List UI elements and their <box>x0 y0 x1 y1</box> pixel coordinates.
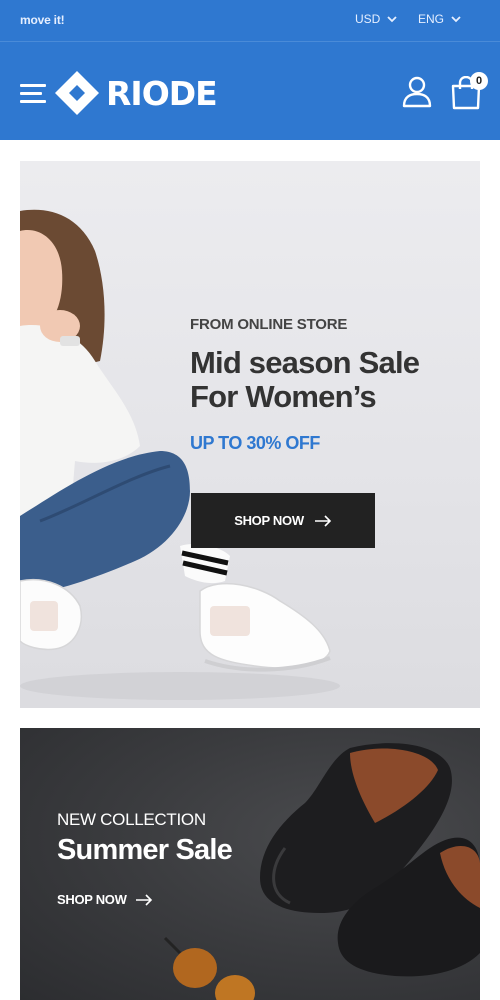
user-icon[interactable] <box>402 76 432 108</box>
site-header: RIODE 0 <box>0 42 500 140</box>
chevron-down-icon <box>451 16 461 23</box>
shop-now-button[interactable]: SHOP NOW <box>191 493 375 548</box>
hero-banner-women[interactable]: FROM ONLINE STORE Mid season Sale For Wo… <box>20 161 480 708</box>
site-logo[interactable]: RIODE <box>54 70 218 116</box>
shop-now-label: SHOP NOW <box>234 513 304 528</box>
brand-name: RIODE <box>106 73 218 113</box>
currency-selector[interactable]: USD <box>355 12 398 26</box>
arrow-right-icon <box>135 893 152 906</box>
chevron-down-icon <box>387 16 397 23</box>
diamond-logo-icon <box>55 71 99 115</box>
banner-subtitle: FROM ONLINE STORE <box>190 316 348 333</box>
marquee-text: move it! <box>20 13 65 27</box>
menu-icon[interactable] <box>20 84 46 104</box>
banner-title-line-1: Mid season Sale <box>190 345 420 380</box>
top-bar: move it! USD ENG <box>0 0 500 42</box>
cart-count-badge: 0 <box>470 72 488 90</box>
banner-title: Summer Sale <box>57 834 233 866</box>
banner-subtitle: NEW COLLECTION <box>57 810 206 829</box>
banner-title-line-2: For Women’s <box>190 379 377 414</box>
language-value: ENG <box>418 12 445 26</box>
shop-now-link[interactable]: SHOP NOW <box>57 892 153 907</box>
currency-value: USD <box>355 12 381 26</box>
banner-title: Mid season Sale For Women’s <box>190 346 470 414</box>
cart-button[interactable]: 0 <box>450 72 490 112</box>
arrow-right-icon <box>314 514 331 527</box>
summer-sale-banner[interactable]: NEW COLLECTION Summer Sale SHOP NOW <box>20 728 480 1000</box>
language-selector[interactable]: ENG <box>418 12 462 26</box>
discount-offer: UP TO 30% OFF <box>190 433 320 453</box>
shop-now-label: SHOP NOW <box>57 892 127 907</box>
